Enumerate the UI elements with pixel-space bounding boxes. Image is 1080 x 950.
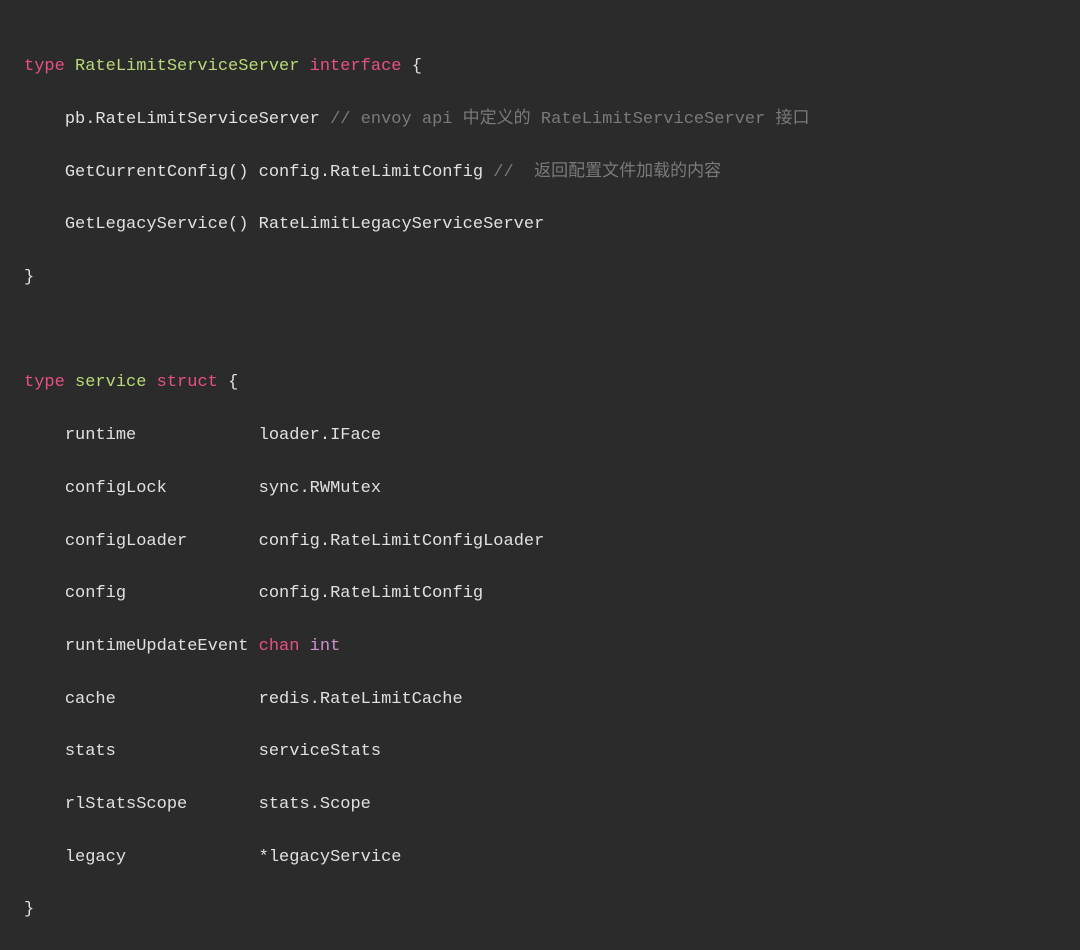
- indent: [24, 690, 65, 709]
- indent: [24, 163, 65, 182]
- field-name: config: [65, 584, 259, 603]
- code-line-blank: [24, 318, 1056, 344]
- indent: [24, 215, 65, 234]
- code-line: runtime loader.IFace: [24, 423, 1056, 449]
- code-line: pb.RateLimitServiceServer // envoy api 中…: [24, 107, 1056, 133]
- code-line: GetCurrentConfig() config.RateLimitConfi…: [24, 160, 1056, 186]
- brace-open: {: [412, 57, 422, 76]
- indent: [24, 584, 65, 603]
- field-type: redis.RateLimitCache: [259, 690, 463, 709]
- indent: [24, 637, 65, 656]
- field-type: loader.IFace: [259, 426, 381, 445]
- indent: [24, 848, 65, 867]
- indent: [24, 742, 65, 761]
- field-type: *legacyService: [259, 848, 402, 867]
- code-content: GetCurrentConfig() config.RateLimitConfi…: [65, 163, 493, 182]
- indent: [24, 479, 65, 498]
- code-line: runtimeUpdateEvent chan int: [24, 634, 1056, 660]
- brace-close: }: [24, 268, 34, 287]
- code-line: }: [24, 897, 1056, 923]
- indent: [24, 532, 65, 551]
- field-name: configLoader: [65, 532, 259, 551]
- field-name: configLock: [65, 479, 259, 498]
- code-line: legacy *legacyService: [24, 845, 1056, 871]
- code-line: config config.RateLimitConfig: [24, 581, 1056, 607]
- code-line: stats serviceStats: [24, 739, 1056, 765]
- type-name: service: [75, 373, 146, 392]
- code-comment: // envoy api 中定义的 RateLimitServiceServer…: [330, 110, 809, 129]
- field-name: stats: [65, 742, 259, 761]
- field-type: stats.Scope: [259, 795, 371, 814]
- code-block: type RateLimitServiceServer interface { …: [24, 28, 1056, 950]
- code-line: configLock sync.RWMutex: [24, 476, 1056, 502]
- code-content: pb.RateLimitServiceServer: [65, 110, 330, 129]
- code-line: }: [24, 265, 1056, 291]
- keyword-type: type: [24, 57, 65, 76]
- keyword-type: type: [24, 373, 65, 392]
- field-name: runtime: [65, 426, 259, 445]
- keyword-struct: struct: [157, 373, 218, 392]
- keyword-interface: interface: [310, 57, 402, 76]
- brace-close: }: [24, 900, 34, 919]
- field-name: runtimeUpdateEvent: [65, 637, 259, 656]
- code-line: GetLegacyService() RateLimitLegacyServic…: [24, 212, 1056, 238]
- builtin-int: int: [310, 637, 341, 656]
- code-line: type service struct {: [24, 370, 1056, 396]
- code-content: GetLegacyService() RateLimitLegacyServic…: [65, 215, 544, 234]
- indent: [24, 110, 65, 129]
- field-name: rlStatsScope: [65, 795, 259, 814]
- field-type: sync.RWMutex: [259, 479, 381, 498]
- keyword-chan: chan: [259, 637, 300, 656]
- field-type: config.RateLimitConfig: [259, 584, 483, 603]
- brace-open: {: [228, 373, 238, 392]
- field-type: config.RateLimitConfigLoader: [259, 532, 545, 551]
- code-comment: // 返回配置文件加载的内容: [493, 163, 721, 182]
- field-type: serviceStats: [259, 742, 381, 761]
- field-name: legacy: [65, 848, 259, 867]
- indent: [24, 426, 65, 445]
- code-line: rlStatsScope stats.Scope: [24, 792, 1056, 818]
- type-name: RateLimitServiceServer: [75, 57, 299, 76]
- code-line: type RateLimitServiceServer interface {: [24, 54, 1056, 80]
- code-line: cache redis.RateLimitCache: [24, 687, 1056, 713]
- indent: [24, 795, 65, 814]
- field-name: cache: [65, 690, 259, 709]
